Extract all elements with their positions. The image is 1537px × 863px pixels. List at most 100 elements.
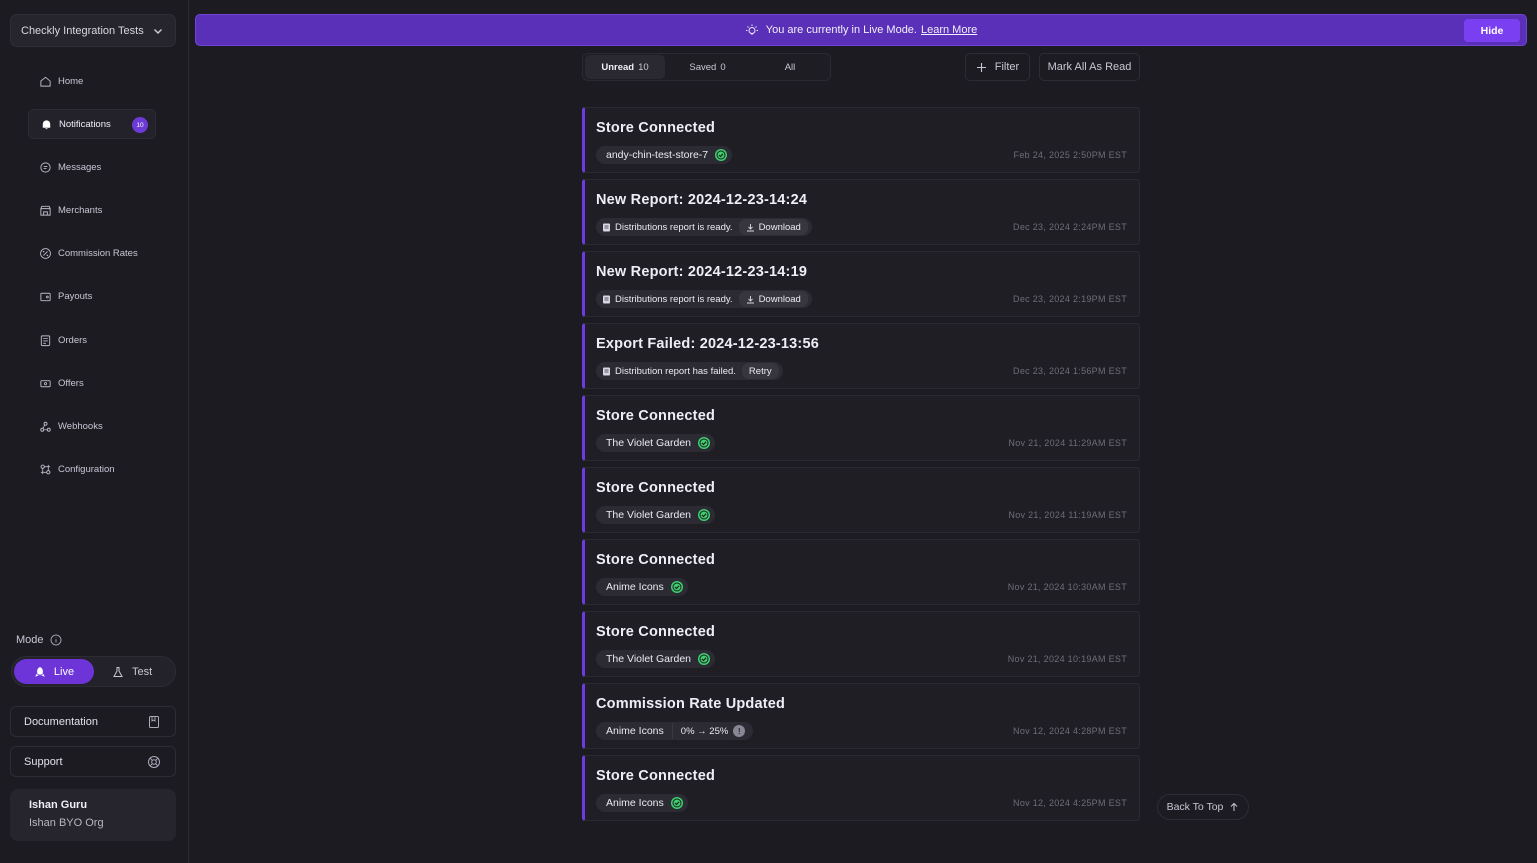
notification-time: Nov 21, 2024 11:29AM EST: [1008, 438, 1127, 448]
hide-banner-button[interactable]: Hide: [1464, 19, 1520, 42]
lightbulb-icon: [745, 24, 758, 35]
sidebar-item-label: Home: [58, 75, 84, 87]
user-name: Ishan Guru: [29, 799, 88, 811]
learn-more-link[interactable]: Learn More: [921, 24, 977, 36]
document-icon: [603, 295, 610, 303]
notification-title: Export Failed: 2024-12-23-13:56: [596, 336, 819, 352]
notification-title: Store Connected: [596, 120, 716, 136]
notification-card[interactable]: Store Connected Anime Icons Nov 12, 2024…: [582, 755, 1140, 821]
info-icon[interactable]: !: [733, 725, 746, 737]
filter-label: Filter: [994, 61, 1020, 73]
support-button[interactable]: Support: [10, 746, 176, 777]
notification-card[interactable]: Store Connected The Violet Garden Nov 21…: [582, 395, 1140, 461]
tab-all[interactable]: All: [750, 55, 830, 79]
mode-test-button[interactable]: Test: [112, 659, 172, 684]
notification-title: New Report: 2024-12-23-14:19: [596, 264, 808, 280]
retry-label: Retry: [748, 365, 772, 377]
check-circle-icon: [670, 797, 683, 809]
flask-icon: [113, 666, 123, 677]
rate-change: 0% → 25% !: [671, 723, 750, 739]
check-circle-icon: [698, 437, 711, 449]
sidebar-item-home[interactable]: Home: [28, 66, 178, 96]
notification-title: Store Connected: [596, 408, 716, 424]
report-message: Distribution report has failed.: [615, 365, 736, 377]
store-chip: The Violet Garden: [596, 434, 716, 452]
store-chip: The Violet Garden: [596, 506, 716, 524]
sidebar-item-notifications[interactable]: Notifications 10: [28, 109, 156, 140]
notification-card[interactable]: Store Connected Anime Icons Nov 21, 2024…: [582, 539, 1140, 605]
org-name: Checkly Integration Tests: [21, 24, 144, 37]
arrow-up-icon: [1231, 802, 1238, 811]
sidebar-item-label: Payouts: [58, 291, 93, 303]
report-chip: Distributions report is ready. Download: [596, 290, 812, 308]
live-mode-banner: You are currently in Live Mode. Learn Mo…: [195, 14, 1527, 46]
sidebar-item-messages[interactable]: Messages: [28, 152, 178, 182]
mode-label-text: Mode: [16, 634, 44, 646]
report-chip: Distributions report is ready. Download: [596, 218, 812, 236]
store-chip: Anime Icons: [596, 578, 688, 596]
notification-title: Store Connected: [596, 552, 716, 568]
notification-time: Nov 12, 2024 4:25PM EST: [1013, 798, 1127, 808]
retry-button[interactable]: Retry: [741, 363, 779, 379]
config-icon: [38, 463, 52, 477]
report-chip: Distribution report has failed. Retry: [596, 362, 783, 380]
filter-button[interactable]: Filter: [965, 53, 1030, 81]
notification-time: Dec 23, 2024 1:56PM EST: [1013, 366, 1127, 376]
ticket-icon: [38, 376, 52, 390]
notification-tabs: Unread 10 Saved 0 All: [582, 53, 831, 81]
notification-card[interactable]: Export Failed: 2024-12-23-13:56 Distribu…: [582, 323, 1140, 389]
sidebar-item-label: Offers: [58, 377, 84, 389]
mark-all-read-button[interactable]: Mark All As Read: [1039, 53, 1140, 81]
notification-card[interactable]: New Report: 2024-12-23-14:19 Distributio…: [582, 251, 1140, 317]
store-name: The Violet Garden: [606, 509, 692, 521]
tab-unread[interactable]: Unread 10: [585, 55, 665, 79]
rate-change-value: 0% → 25%: [680, 725, 729, 737]
download-button[interactable]: Download: [738, 291, 808, 307]
banner-text: You are currently in Live Mode.: [765, 24, 917, 36]
notification-list: Store Connected andy-chin-test-store-7 F…: [582, 107, 1140, 827]
download-button[interactable]: Download: [738, 219, 808, 235]
orders-icon: [38, 333, 52, 347]
user-org: Ishan BYO Org: [29, 817, 104, 829]
mode-label: Mode: [16, 634, 62, 646]
document-icon: [603, 367, 610, 375]
notification-card[interactable]: Commission Rate Updated Anime Icons 0% →…: [582, 683, 1140, 749]
user-card[interactable]: Ishan Guru Ishan BYO Org: [10, 789, 176, 841]
documentation-button[interactable]: Documentation: [10, 706, 176, 737]
store-name: The Violet Garden: [606, 437, 692, 449]
sidebar-item-offers[interactable]: Offers: [28, 368, 178, 398]
mode-test-label: Test: [132, 665, 153, 678]
sidebar-item-configuration[interactable]: Configuration: [28, 455, 178, 485]
sidebar-item-orders[interactable]: Orders: [28, 325, 178, 355]
home-icon: [38, 74, 52, 88]
notification-card[interactable]: Store Connected The Violet Garden Nov 21…: [582, 611, 1140, 677]
download-label: Download: [758, 221, 801, 233]
percent-icon: [38, 247, 52, 261]
back-to-top-label: Back To Top: [1166, 801, 1224, 813]
tab-saved-count: 0: [720, 61, 726, 73]
sidebar-item-label: Notifications: [59, 118, 111, 130]
sidebar-item-commission-rates[interactable]: Commission Rates: [28, 239, 178, 269]
documentation-label: Documentation: [24, 715, 98, 728]
sidebar-item-webhooks[interactable]: Webhooks: [28, 412, 178, 442]
wallet-icon: [38, 290, 52, 304]
notification-card[interactable]: New Report: 2024-12-23-14:24 Distributio…: [582, 179, 1140, 245]
sidebar-item-payouts[interactable]: Payouts: [28, 282, 178, 312]
back-to-top-button[interactable]: Back To Top: [1157, 794, 1249, 820]
store-name: andy-chin-test-store-7: [606, 149, 709, 161]
sidebar-item-label: Messages: [58, 161, 102, 173]
notification-time: Dec 23, 2024 2:19PM EST: [1013, 294, 1127, 304]
notification-time: Nov 21, 2024 11:19AM EST: [1008, 510, 1127, 520]
org-selector[interactable]: Checkly Integration Tests: [10, 14, 176, 47]
webhook-icon: [38, 420, 52, 434]
tab-saved[interactable]: Saved 0: [665, 55, 750, 79]
notification-card[interactable]: Store Connected andy-chin-test-store-7 F…: [582, 107, 1140, 173]
store-icon: [38, 204, 52, 218]
download-icon: [746, 295, 754, 303]
bell-icon: [39, 117, 53, 131]
notification-card[interactable]: Store Connected The Violet Garden Nov 21…: [582, 467, 1140, 533]
notification-title: Store Connected: [596, 480, 716, 496]
sidebar-item-merchants[interactable]: Merchants: [28, 196, 178, 226]
info-icon[interactable]: [50, 634, 62, 646]
mode-live-button[interactable]: Live: [14, 659, 94, 684]
